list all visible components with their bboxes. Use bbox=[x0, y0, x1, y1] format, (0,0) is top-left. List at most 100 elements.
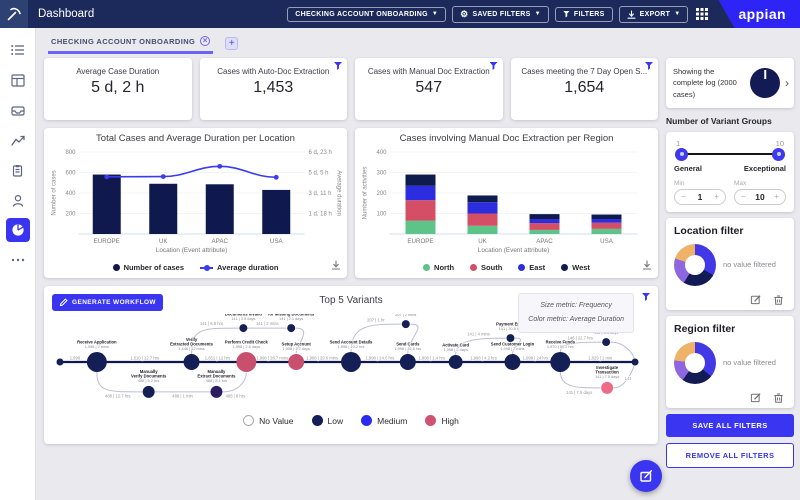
stepper-decrement[interactable]: − bbox=[741, 192, 746, 201]
location-filter-card: Location filter no value filtered bbox=[666, 217, 794, 310]
svg-text:1,998: 1,998 bbox=[70, 356, 81, 361]
edit-filter-button[interactable] bbox=[750, 294, 761, 305]
filters-button[interactable]: FILTERS bbox=[554, 6, 613, 22]
edit-icon bbox=[750, 294, 761, 304]
svg-text:1,970 | 50.2 hrs: 1,970 | 50.2 hrs bbox=[547, 344, 574, 349]
slider-handle-min[interactable] bbox=[675, 147, 688, 161]
region-donut-chart bbox=[674, 341, 716, 384]
svg-text:APAC: APAC bbox=[536, 238, 553, 245]
svg-text:300: 300 bbox=[376, 171, 387, 177]
chevron-right-icon[interactable]: › bbox=[785, 74, 789, 92]
slider-handle-max[interactable] bbox=[772, 147, 785, 161]
process-mining-logo[interactable] bbox=[0, 0, 28, 28]
flow-node-send-customer-login bbox=[504, 354, 521, 370]
legend-label: East bbox=[529, 263, 546, 272]
sidebar-item-users[interactable] bbox=[6, 188, 30, 212]
svg-text:141 | 3.5 days: 141 | 3.5 days bbox=[231, 316, 255, 321]
sidebar-item-dashboards[interactable] bbox=[5, 218, 30, 242]
sidebar-item-inbox[interactable] bbox=[6, 98, 30, 122]
sidebar-item-menu[interactable] bbox=[6, 38, 30, 62]
svg-text:1,998 | 10.2 hrs: 1,998 | 10.2 hrs bbox=[338, 344, 365, 349]
variant-groups-slider[interactable] bbox=[675, 147, 785, 161]
variant-legend-item[interactable]: Medium bbox=[361, 415, 407, 426]
save-all-filters-button[interactable]: SAVE ALL FILTERS bbox=[666, 413, 794, 437]
log-donut-chart bbox=[750, 67, 780, 98]
svg-text:1,998 | 2 mins: 1,998 | 2 mins bbox=[500, 346, 524, 351]
log-summary-card[interactable]: Showing the complete log (2000 cases) › bbox=[666, 58, 794, 108]
sidebar-item-more[interactable] bbox=[6, 248, 30, 272]
app-window: Dashboard CHECKING ACCOUNT ONBOARDING ▼ … bbox=[0, 0, 800, 500]
max-stepper[interactable]: − 10 + bbox=[734, 188, 786, 205]
variant-legend-item[interactable]: No Value bbox=[243, 415, 294, 426]
chart-card-manual-doc-extraction-per-region: Cases involving Manual Doc Extraction pe… bbox=[355, 128, 658, 278]
svg-text:Location (Event attribute): Location (Event attribute) bbox=[478, 247, 549, 254]
slider-right-label: Exceptional bbox=[743, 163, 786, 173]
project-selector-button[interactable]: CHECKING ACCOUNT ONBOARDING ▼ bbox=[287, 6, 447, 22]
filter-sidebar: Showing the complete log (2000 cases) › … bbox=[666, 58, 794, 500]
svg-text:EUROPE: EUROPE bbox=[407, 238, 433, 245]
add-tab-button[interactable]: + bbox=[225, 37, 239, 50]
svg-text:1,998 | 24.6 hrs: 1,998 | 24.6 hrs bbox=[365, 356, 394, 361]
export-button[interactable]: EXPORT ▼ bbox=[618, 5, 689, 23]
variant-groups-card: 1 10 General Exceptional Min − 1 + Max −… bbox=[666, 131, 794, 212]
caret-down-icon: ▼ bbox=[431, 11, 439, 17]
legend-item[interactable]: East bbox=[518, 263, 545, 272]
saved-filters-label: SAVED FILTERS bbox=[472, 10, 531, 18]
legend-marker bbox=[423, 264, 431, 271]
legend-item[interactable]: Number of cases bbox=[112, 263, 184, 272]
chart-download-button[interactable] bbox=[642, 257, 652, 275]
kpi-card-average-case-duration: Average Case Duration 5 d, 2 h bbox=[44, 58, 192, 120]
flow-node-contact-customer-insufficient-funds bbox=[602, 338, 611, 347]
legend-item[interactable]: West bbox=[561, 263, 590, 272]
size-metric-label: Size metric: Frequency bbox=[540, 302, 612, 309]
legend-item[interactable]: North bbox=[423, 263, 454, 272]
kpi-title: Average Case Duration bbox=[76, 67, 160, 76]
kpi-title: Cases meeting the 7 Day Open S... bbox=[521, 67, 648, 76]
svg-text:488 | 8 hrs: 488 | 8 hrs bbox=[226, 393, 246, 398]
legend-label: West bbox=[572, 263, 590, 272]
svg-text:5 d, 5 h: 5 d, 5 h bbox=[309, 171, 329, 177]
remove-all-filters-button[interactable]: REMOVE ALL FILTERS bbox=[666, 442, 794, 468]
sidebar-item-analytics[interactable] bbox=[6, 128, 30, 152]
stacked-bar-chart[interactable]: 100 200 300 400 EUROPE UK APAC USA Location (Eve… bbox=[359, 144, 654, 263]
page-title: Dashboard bbox=[38, 8, 95, 20]
caret-down-icon: ▼ bbox=[534, 11, 541, 17]
kpi-value: 1,654 bbox=[564, 79, 605, 96]
slider-max-value: 10 bbox=[775, 138, 784, 148]
sidebar-item-data[interactable] bbox=[6, 68, 30, 92]
edit-dashboard-fab[interactable] bbox=[630, 460, 662, 492]
svg-text:141 | 7.5 days: 141 | 7.5 days bbox=[566, 390, 592, 395]
generate-workflow-button[interactable]: GENERATE WORKFLOW bbox=[52, 294, 163, 311]
stepper-increment[interactable]: + bbox=[774, 192, 779, 201]
kpi-value: 5 d, 2 h bbox=[91, 79, 145, 96]
flow-node-documents-invalid bbox=[239, 324, 248, 333]
bar-line-chart[interactable]: 200 1 d, 18 h 400 3 d, 11 h 600 5 d, 5 h 800 6 … bbox=[48, 144, 343, 263]
variant-legend-item[interactable]: High bbox=[425, 415, 459, 426]
tab-close-icon[interactable]: × bbox=[200, 36, 211, 46]
app-grid-button[interactable] bbox=[696, 8, 709, 20]
inbox-icon bbox=[10, 106, 25, 116]
kpi-card-auto-doc-extraction: Cases with Auto-Doc Extraction 1,453 bbox=[199, 58, 347, 120]
sidebar-item-logs[interactable] bbox=[6, 158, 30, 182]
delete-filter-button[interactable] bbox=[773, 392, 784, 403]
min-label: Min bbox=[674, 179, 685, 187]
filters-label: FILTERS bbox=[573, 10, 605, 18]
chart-download-button[interactable] bbox=[331, 257, 341, 275]
delete-filter-button[interactable] bbox=[773, 294, 784, 305]
svg-text:UK: UK bbox=[159, 238, 168, 245]
saved-filters-button[interactable]: ⚙ SAVED FILTERS ▼ bbox=[452, 5, 549, 23]
stepper-increment[interactable]: + bbox=[714, 192, 719, 201]
edit-filter-button[interactable] bbox=[750, 392, 761, 403]
svg-text:207 | 1 hr: 207 | 1 hr bbox=[367, 318, 385, 323]
edit-icon bbox=[750, 392, 761, 402]
tab-checking-account-onboarding[interactable]: CHECKING ACCOUNT ONBOARDING × bbox=[48, 36, 214, 54]
min-stepper[interactable]: − 1 + bbox=[674, 188, 726, 205]
svg-text:207 | 2 mins: 207 | 2 mins bbox=[395, 314, 416, 317]
grid-icon bbox=[696, 8, 709, 20]
stepper-decrement[interactable]: − bbox=[681, 192, 686, 201]
legend-item[interactable]: Average duration bbox=[200, 263, 278, 272]
variant-legend-item[interactable]: Low bbox=[311, 415, 343, 426]
chart-legend: North South East West bbox=[359, 263, 654, 272]
legend-item[interactable]: South bbox=[470, 263, 502, 272]
svg-text:600: 600 bbox=[65, 171, 76, 177]
